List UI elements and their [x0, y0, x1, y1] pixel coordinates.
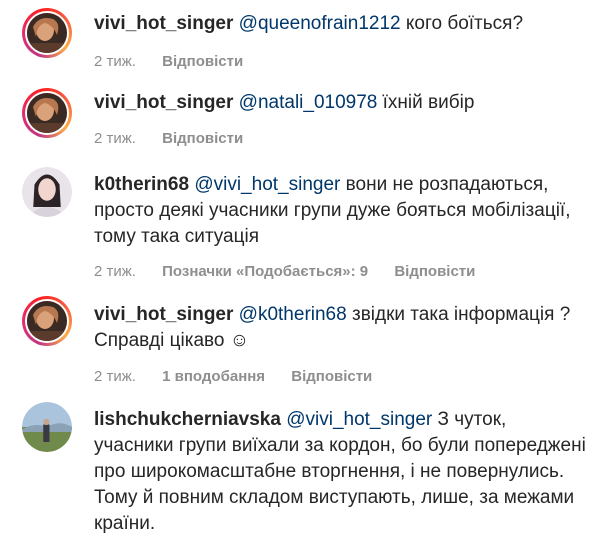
avatar[interactable]: [22, 296, 72, 346]
comment-username[interactable]: vivi_hot_singer: [94, 13, 233, 34]
avatar[interactable]: [22, 88, 72, 138]
avatar[interactable]: [22, 167, 72, 217]
reply-button[interactable]: Відповісти: [162, 52, 243, 72]
comment-username[interactable]: k0therin68: [94, 174, 189, 195]
comment-time[interactable]: 2 тиж.: [94, 129, 136, 149]
profile-photo-icon: [22, 402, 72, 452]
comment-username[interactable]: vivi_hot_singer: [94, 304, 233, 325]
likes-count[interactable]: Позначки «Подобається»: 9: [162, 262, 368, 282]
comment-text: lishchukcherniavska @vivi_hot_singer З ч…: [94, 407, 589, 537]
profile-photo-icon: [22, 167, 72, 217]
comment-time[interactable]: 2 тиж.: [94, 52, 136, 72]
comment-meta: 2 тиж. Позначки «Подобається»: 9 Відпові…: [94, 262, 475, 282]
comment-mention[interactable]: @natali_010978: [239, 92, 378, 113]
comment-username[interactable]: lishchukcherniavska: [94, 409, 281, 430]
comment-mention[interactable]: @queenofrain1212: [239, 13, 401, 34]
comment-body: їхній вибір: [377, 92, 475, 113]
reply-button[interactable]: Відповісти: [394, 262, 475, 282]
comment-meta: 2 тиж. 1 вподобання Відповісти: [94, 367, 372, 387]
comment-time[interactable]: 2 тиж.: [94, 262, 136, 282]
comment-time[interactable]: 2 тиж.: [94, 367, 136, 387]
comment-username[interactable]: vivi_hot_singer: [94, 92, 233, 113]
comment-mention[interactable]: @k0therin68: [239, 304, 347, 325]
comment-mention[interactable]: @vivi_hot_singer: [286, 409, 432, 430]
comment-body: кого боїться?: [400, 13, 524, 34]
comment-meta: 2 тиж. Відповісти: [94, 129, 243, 149]
avatar[interactable]: [22, 402, 72, 452]
comment-meta: 2 тиж. Відповісти: [94, 52, 243, 72]
likes-count[interactable]: 1 вподобання: [162, 367, 265, 387]
reply-button[interactable]: Відповісти: [291, 367, 372, 387]
comment-mention[interactable]: @vivi_hot_singer: [194, 174, 340, 195]
profile-photo-icon: [27, 13, 67, 53]
avatar[interactable]: [22, 8, 72, 58]
comment-text: k0therin68 @vivi_hot_singer вони не розп…: [94, 172, 589, 250]
profile-photo-icon: [27, 93, 67, 133]
comment-text: vivi_hot_singer @natali_010978 їхній виб…: [94, 90, 589, 116]
reply-button[interactable]: Відповісти: [162, 129, 243, 149]
profile-photo-icon: [27, 301, 67, 341]
comment-text: vivi_hot_singer @queenofrain1212 кого бо…: [94, 11, 589, 37]
comment-text: vivi_hot_singer @k0therin68 звідки така …: [94, 302, 589, 354]
